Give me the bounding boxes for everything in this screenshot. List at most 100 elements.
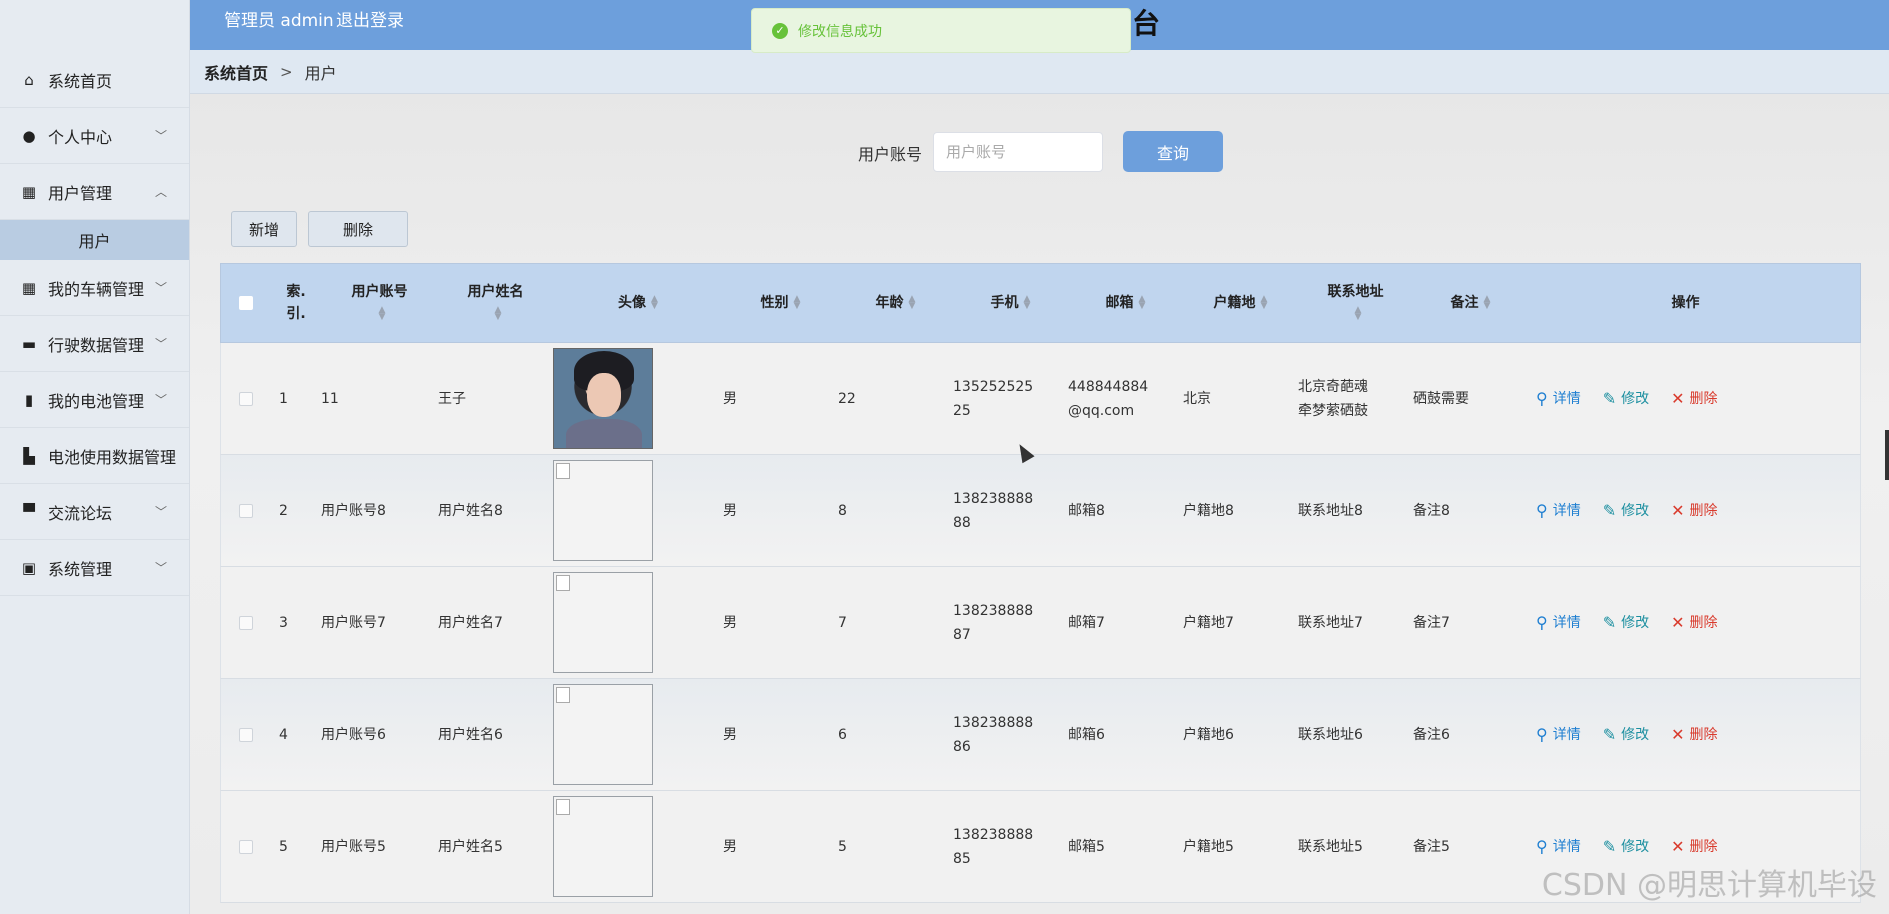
col-note[interactable]: 备注 ▲ ▼ [1413, 292, 1528, 314]
batch-delete-button[interactable]: 删除 [308, 211, 408, 247]
cell-email: 邮箱6 [1068, 726, 1105, 743]
sort-icon[interactable]: ▲ ▼ [379, 306, 386, 322]
col-address[interactable]: 联系地址 ▲ ▼ [1298, 281, 1413, 325]
detail-label: 详情 [1552, 838, 1581, 855]
add-button[interactable]: 新增 [231, 211, 297, 247]
cell-account: 用户账号7 [321, 614, 386, 631]
sidebar-item[interactable]: ▦ 用户管理 ︿ [0, 164, 189, 220]
submenu-item-user[interactable]: 用户 [0, 220, 189, 260]
sort-icon[interactable]: ▲ ▼ [1484, 295, 1491, 311]
sort-icon[interactable]: ▲ ▼ [794, 295, 801, 311]
col-phone[interactable]: 手机 ▲ ▼ [953, 292, 1068, 314]
row-checkbox[interactable] [239, 727, 253, 742]
delete-button[interactable]: ✕ 删除 [1671, 387, 1717, 411]
scrollbar[interactable] [1885, 430, 1889, 480]
edit-button[interactable]: ✎ 修改 [1603, 723, 1649, 747]
sidebar-item-label: 用户管理 [48, 183, 113, 203]
edit-label: 修改 [1621, 726, 1650, 743]
detail-button[interactable]: ⚲ 详情 [1536, 387, 1581, 411]
row-checkbox[interactable] [239, 839, 253, 854]
check-circle-icon: ✓ [772, 22, 788, 39]
sidebar-item[interactable]: ▦ 我的车辆管理 ﹀ [0, 260, 189, 316]
sort-icon[interactable]: ▲ ▼ [909, 295, 916, 311]
chat-icon: ▀ [23, 502, 35, 521]
delete-button[interactable]: ✕ 删除 [1671, 611, 1717, 635]
sidebar-item[interactable]: ⌂ 系统首页 [0, 52, 189, 108]
chevron-down-icon: ﹀ [154, 337, 167, 351]
logout-link[interactable]: 退出登录 [336, 6, 404, 31]
sidebar-item[interactable]: ▀ 交流论坛 ﹀ [0, 484, 189, 540]
edit-button[interactable]: ✎ 修改 [1603, 387, 1649, 411]
detail-button[interactable]: ⚲ 详情 [1536, 611, 1581, 635]
bar-chart-icon: ▙ [23, 446, 35, 465]
sidebar-menu: ⌂ 系统首页 ● 个人中心 ﹀ ▦ 用户管理 ︿ 用户 ▦ 我的车辆管理 ﹀ ▬ 行驶数据管理 ﹀ ▮ 我的电池… [0, 52, 189, 596]
chevron-down-icon: ﹀ [154, 393, 167, 407]
cell-index: 2 [279, 502, 288, 519]
avatar-cell [553, 348, 723, 449]
avatar-cell [553, 684, 723, 785]
cell-phone: 138238888 86 [953, 714, 1034, 755]
detail-button[interactable]: ⚲ 详情 [1536, 723, 1581, 747]
cell-note: 备注6 [1413, 726, 1450, 743]
row-checkbox[interactable] [239, 391, 253, 406]
breadcrumb-home[interactable]: 系统首页 [204, 60, 268, 84]
close-icon: ✕ [1671, 388, 1685, 408]
select-all-checkbox[interactable] [239, 296, 253, 310]
col-avatar[interactable]: 头像 ▲ ▼ [553, 292, 723, 314]
col-email[interactable]: 邮箱 ▲ ▼ [1068, 292, 1183, 314]
edit-button[interactable]: ✎ 修改 [1603, 835, 1649, 859]
cell-note: 备注8 [1413, 502, 1450, 519]
account-search-input[interactable] [933, 132, 1103, 172]
row-checkbox[interactable] [239, 615, 253, 630]
detail-label: 详情 [1552, 614, 1581, 631]
cell-age: 7 [838, 614, 847, 631]
broken-image-icon [553, 796, 653, 897]
row-checkbox[interactable] [239, 503, 253, 518]
watermark: CSDN @明思计算机毕设 [1541, 868, 1877, 903]
edit-button[interactable]: ✎ 修改 [1603, 499, 1649, 523]
sidebar-item[interactable]: ▮ 我的电池管理 ﹀ [0, 372, 189, 428]
breadcrumb-separator: > [280, 62, 293, 81]
detail-button[interactable]: ⚲ 详情 [1536, 835, 1581, 859]
avatar-cell [553, 460, 723, 561]
col-ops-label: 操作 [1671, 295, 1700, 311]
col-name[interactable]: 用户姓名 ▲ ▼ [438, 281, 553, 325]
sidebar-item-label: 电池使用数据管理 [48, 447, 177, 467]
detail-button[interactable]: ⚲ 详情 [1536, 499, 1581, 523]
cell-account: 用户账号5 [321, 838, 386, 855]
breadcrumb: 系统首页 > 用户 [190, 50, 1889, 94]
table-body: 1 11 王子男 22 135252525 25 448844884 @qq.com 北京北… [220, 343, 1861, 903]
success-toast: ✓ 修改信息成功 [751, 8, 1131, 53]
sidebar-item[interactable]: ▙ 电池使用数据管理 [0, 428, 189, 484]
user-icon: ● [22, 126, 36, 145]
sort-icon[interactable]: ▲ ▼ [1355, 306, 1362, 322]
delete-button[interactable]: ✕ 删除 [1671, 723, 1717, 747]
cell-sex: 男 [723, 838, 737, 855]
cell-phone: 138238888 87 [953, 602, 1034, 643]
sort-icon[interactable]: ▲ ▼ [1139, 295, 1146, 311]
edit-button[interactable]: ✎ 修改 [1603, 611, 1649, 635]
chevron-up-icon: ︿ [154, 185, 167, 199]
col-account[interactable]: 用户账号 ▲ ▼ [321, 281, 438, 325]
sidebar-item[interactable]: ▬ 行驶数据管理 ﹀ [0, 316, 189, 372]
col-avatar-label: 头像 [618, 295, 647, 311]
delete-button[interactable]: ✕ 删除 [1671, 499, 1717, 523]
search-icon: ⚲ [1536, 500, 1548, 520]
sort-icon[interactable]: ▲ ▼ [1024, 295, 1031, 311]
sidebar-item[interactable]: ● 个人中心 ﹀ [0, 108, 189, 164]
cell-address: 联系地址6 [1298, 726, 1363, 743]
chevron-down-icon: ﹀ [154, 561, 167, 575]
cell-account: 11 [321, 390, 339, 407]
col-age[interactable]: 年龄 ▲ ▼ [838, 292, 953, 314]
sort-icon[interactable]: ▲ ▼ [1261, 295, 1268, 311]
sort-icon[interactable]: ▲ ▼ [495, 306, 502, 322]
sidebar-item[interactable]: ▣ 系统管理 ﹀ [0, 540, 189, 596]
delete-button[interactable]: ✕ 删除 [1671, 835, 1717, 859]
query-button[interactable]: 查询 [1123, 131, 1223, 172]
col-note-label: 备注 [1450, 295, 1479, 311]
col-sex[interactable]: 性别 ▲ ▼ [723, 292, 838, 314]
col-home[interactable]: 户籍地 ▲ ▼ [1183, 292, 1298, 314]
chevron-down-icon: ﹀ [154, 129, 167, 143]
sidebar-item-label: 系统管理 [48, 559, 113, 579]
sort-icon[interactable]: ▲ ▼ [651, 295, 658, 311]
